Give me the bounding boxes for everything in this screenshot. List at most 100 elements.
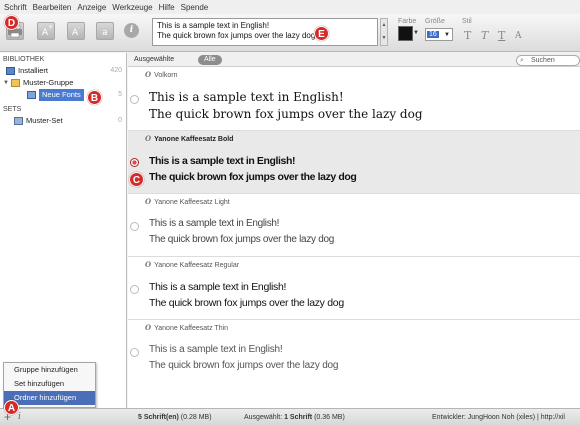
marker-b: B xyxy=(87,90,102,105)
add-group-item[interactable]: Gruppe hinzufügen xyxy=(4,363,95,377)
sidebar-item-group[interactable]: ▼ Muster-Gruppe xyxy=(0,77,126,89)
font-select-radio[interactable] xyxy=(130,158,139,167)
font-sample-line-2: The quick brown fox jumps over the lazy … xyxy=(149,107,423,121)
folder-icon xyxy=(10,79,20,87)
font-row-yanone-regular[interactable]: O Yanone Kaffeesatz Regular This is a sam… xyxy=(128,257,580,320)
font-sample-line-1: This is a sample text in English! xyxy=(149,155,296,167)
marker-e: E xyxy=(314,26,329,41)
search-placeholder: Suchen xyxy=(531,57,555,64)
app-window: Schrift Bearbeiten Anzeige Werkzeuge Hil… xyxy=(0,0,580,426)
remove-font-button[interactable]: A- xyxy=(67,22,85,40)
color-dropdown-icon[interactable]: ▼ xyxy=(413,30,419,36)
opentype-icon: O xyxy=(145,197,152,206)
font-row-volkorn[interactable]: O Volkorn This is a sample text in Englis… xyxy=(128,67,580,131)
sidebar-item-count: 0 xyxy=(118,117,122,124)
opentype-icon: O xyxy=(145,260,152,269)
add-set-item[interactable]: Set hinzufügen xyxy=(4,377,95,391)
search-input[interactable]: ⌕ Suchen xyxy=(516,55,580,66)
status-developer: Entwickler: JungHoon Noh (xiles) | http:… xyxy=(432,414,565,421)
size-label: Größe xyxy=(425,18,445,25)
color-label: Farbe xyxy=(398,18,417,25)
font-select-radio[interactable] xyxy=(130,95,139,104)
preview-line-1: This is a sample text in English! xyxy=(157,21,270,30)
status-font-count: 5 Schrift(en) (0.28 MB) xyxy=(138,414,212,421)
menu-spende[interactable]: Spende xyxy=(181,3,209,12)
font-sample-line-2: The quick brown fox jumps over the lazy … xyxy=(149,234,334,245)
style-underline-button[interactable]: T xyxy=(498,29,505,42)
set-icon xyxy=(14,117,23,125)
info-icon[interactable]: i xyxy=(18,412,21,422)
sidebar-item-label: Neue Fonts xyxy=(39,89,84,101)
marker-d: D xyxy=(4,15,19,30)
status-bar: + i 5 Schrift(en) (0.28 MB) Ausgewählt: … xyxy=(0,408,580,426)
font-sample-line-2: The quick brown fox jumps over the lazy … xyxy=(149,171,357,183)
tab-all[interactable]: Alle xyxy=(198,55,222,65)
font-row-yanone-thin[interactable]: O Yanone Kaffeesatz Thin This is a sample… xyxy=(128,320,580,408)
sets-header: SETS xyxy=(3,106,22,113)
font-sample-line-1: This is a sample text in English! xyxy=(149,90,344,104)
style-normal-button[interactable]: T xyxy=(464,29,471,42)
size-value: 16 xyxy=(427,31,439,38)
opentype-icon: O xyxy=(145,323,152,332)
font-list-icon xyxy=(27,91,36,99)
opentype-icon: O xyxy=(145,70,152,79)
opentype-icon: O xyxy=(145,134,152,143)
font-select-radio[interactable] xyxy=(130,285,139,294)
menu-werkzeuge[interactable]: Werkzeuge xyxy=(112,3,152,12)
sidebar-item-label: Muster-Gruppe xyxy=(22,78,74,87)
font-name: O Yanone Kaffeesatz Regular xyxy=(145,260,240,269)
style-label: Stil xyxy=(462,18,472,25)
font-name: O Volkorn xyxy=(145,70,178,79)
style-sample-button[interactable]: A xyxy=(515,31,522,41)
font-sample-line-2: The quick brown fox jumps over the lazy … xyxy=(149,297,344,309)
filter-bar: Ausgewählte Alle ⌕ Suchen xyxy=(128,53,580,67)
font-file-icon: a xyxy=(102,28,108,38)
marker-c: C xyxy=(129,172,144,187)
sidebar-item-label: Muster-Set xyxy=(26,116,63,125)
context-menu: Gruppe hinzufügen Set hinzufügen Ordner … xyxy=(3,362,96,408)
marker-a: A xyxy=(4,400,19,415)
library-header: BIBLIOTHEK xyxy=(3,56,45,63)
sidebar-item-count: 5 xyxy=(118,91,122,98)
font-sample-line-2: The quick brown fox jumps over the lazy … xyxy=(149,360,339,371)
font-select-radio[interactable] xyxy=(130,222,139,231)
scroll-up-icon[interactable]: ▲ xyxy=(381,19,387,32)
menu-bearbeiten[interactable]: Bearbeiten xyxy=(33,3,72,12)
tab-selected[interactable]: Ausgewählte xyxy=(134,56,174,63)
font-select-radio[interactable] xyxy=(130,348,139,357)
info-icon[interactable]: i xyxy=(124,23,139,38)
size-select[interactable]: 16 ▼ xyxy=(425,28,453,41)
sidebar-item-muster-set[interactable]: Muster-Set 0 xyxy=(0,115,126,127)
chevron-down-icon[interactable]: ▼ xyxy=(3,77,9,89)
color-picker[interactable] xyxy=(398,26,413,41)
sidebar-item-installed[interactable]: Installiert 420 xyxy=(0,65,126,77)
font-name: O Yanone Kaffeesatz Bold xyxy=(145,134,234,143)
font-remove-icon: A- xyxy=(72,24,80,38)
sidebar-item-label: Installiert xyxy=(18,66,49,75)
svg-text:+: + xyxy=(48,24,53,31)
font-sample-line-1: This is a sample text in English! xyxy=(149,218,280,229)
font-list: O Volkorn This is a sample text in Englis… xyxy=(128,67,580,408)
sidebar: BIBLIOTHEK Installiert 420 ▼ Muster-Grup… xyxy=(0,53,127,408)
font-file-button[interactable]: a xyxy=(96,22,114,40)
menu-anzeige[interactable]: Anzeige xyxy=(77,3,106,12)
preview-text-input[interactable]: This is a sample text in English! The qu… xyxy=(152,18,378,46)
font-row-yanone-bold[interactable]: O Yanone Kaffeesatz Bold This is a sample… xyxy=(128,131,580,194)
svg-text:-: - xyxy=(78,24,80,31)
toolbar: A + A- a i This is a sample text in Engli… xyxy=(0,14,580,52)
add-font-button[interactable]: A + xyxy=(37,22,55,40)
menu-hilfe[interactable]: Hilfe xyxy=(159,3,175,12)
style-italic-button[interactable]: T xyxy=(481,29,488,42)
chevron-down-icon: ▼ xyxy=(444,31,450,38)
sidebar-item-new-fonts[interactable]: Neue Fonts 5 xyxy=(0,89,126,101)
font-sample-line-1: This is a sample text in English! xyxy=(149,344,283,355)
font-name: O Yanone Kaffeesatz Thin xyxy=(145,323,229,332)
search-icon: ⌕ xyxy=(520,57,524,64)
sidebar-item-count: 420 xyxy=(110,67,122,74)
font-row-yanone-light[interactable]: O Yanone Kaffeesatz Light This is a sampl… xyxy=(128,194,580,257)
preview-line-2: The quick brown fox jumps over the lazy … xyxy=(157,31,316,40)
scroll-down-icon[interactable]: ▼ xyxy=(381,32,387,45)
menu-schrift[interactable]: Schrift xyxy=(4,3,27,12)
menu-bar: Schrift Bearbeiten Anzeige Werkzeuge Hil… xyxy=(0,0,580,14)
preview-scrollbar[interactable]: ▲ ▼ xyxy=(380,18,388,46)
